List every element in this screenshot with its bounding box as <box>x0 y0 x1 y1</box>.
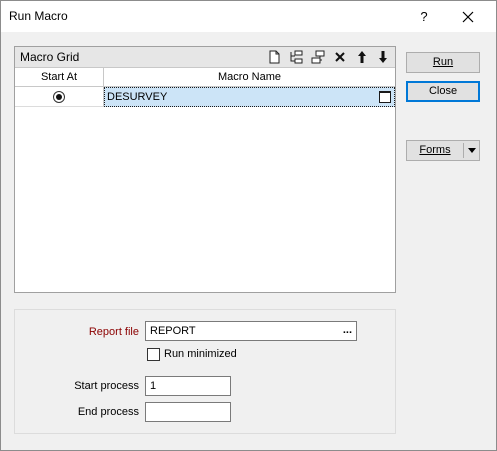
forms-separator <box>463 143 464 158</box>
close-icon <box>462 11 474 23</box>
move-down-icon <box>379 51 387 63</box>
forms-label-text: Forms <box>419 144 451 156</box>
window-title: Run Macro <box>9 9 68 23</box>
close-window-button[interactable] <box>457 7 479 27</box>
end-process-field[interactable] <box>145 402 231 422</box>
delete-icon <box>335 52 345 62</box>
run-minimized-label[interactable]: Run minimized <box>164 348 237 360</box>
insert-row-button[interactable] <box>288 49 304 65</box>
insert-after-button[interactable] <box>310 49 326 65</box>
browse-button[interactable]: ... <box>343 321 352 339</box>
run-macro-dialog: Run Macro ? Macro Grid Start At Macro Na… <box>0 0 497 451</box>
report-file-value: REPORT <box>150 325 196 337</box>
title-bar: Run Macro ? <box>1 1 496 32</box>
new-row-button[interactable] <box>266 49 282 65</box>
move-down-button[interactable] <box>375 49 391 65</box>
move-up-icon <box>358 51 366 63</box>
radio-selected-dot <box>56 94 62 100</box>
grid-title: Macro Grid <box>20 50 80 64</box>
options-panel: Report file REPORT ... Run minimized Sta… <box>14 309 396 434</box>
run-minimized-checkbox[interactable] <box>147 348 160 361</box>
run-button[interactable]: Run <box>406 52 480 73</box>
forms-label: Forms <box>407 141 463 160</box>
macro-grid: Macro Grid Start At Macro Name DESURVEY <box>14 46 396 293</box>
macro-name-text: DESURVEY <box>107 91 168 103</box>
start-at-radio[interactable] <box>53 91 65 103</box>
delete-row-button[interactable] <box>332 49 348 65</box>
chevron-down-icon[interactable] <box>468 148 476 153</box>
table-row[interactable]: DESURVEY <box>15 87 395 107</box>
insert-row-icon <box>290 50 303 64</box>
column-header-start-at[interactable]: Start At <box>15 68 104 87</box>
window-icon[interactable] <box>379 91 391 103</box>
start-process-field[interactable]: 1 <box>145 376 231 396</box>
help-button[interactable]: ? <box>413 7 435 27</box>
report-file-field[interactable]: REPORT ... <box>145 321 357 341</box>
column-header-macro-name[interactable]: Macro Name <box>104 68 395 87</box>
macro-name-cell[interactable]: DESURVEY <box>104 87 395 107</box>
move-up-button[interactable] <box>354 49 370 65</box>
run-button-label: Run <box>432 56 454 68</box>
grid-header: Macro Grid <box>15 47 395 68</box>
new-row-icon <box>269 50 280 64</box>
start-at-cell[interactable] <box>15 87 104 107</box>
start-process-value: 1 <box>150 380 157 392</box>
end-process-label: End process <box>77 406 139 418</box>
insert-after-icon <box>311 50 325 64</box>
forms-button[interactable]: Forms <box>406 140 480 161</box>
report-file-label: Report file <box>88 326 139 338</box>
close-button[interactable]: Close <box>406 81 480 102</box>
start-process-label: Start process <box>74 380 139 392</box>
